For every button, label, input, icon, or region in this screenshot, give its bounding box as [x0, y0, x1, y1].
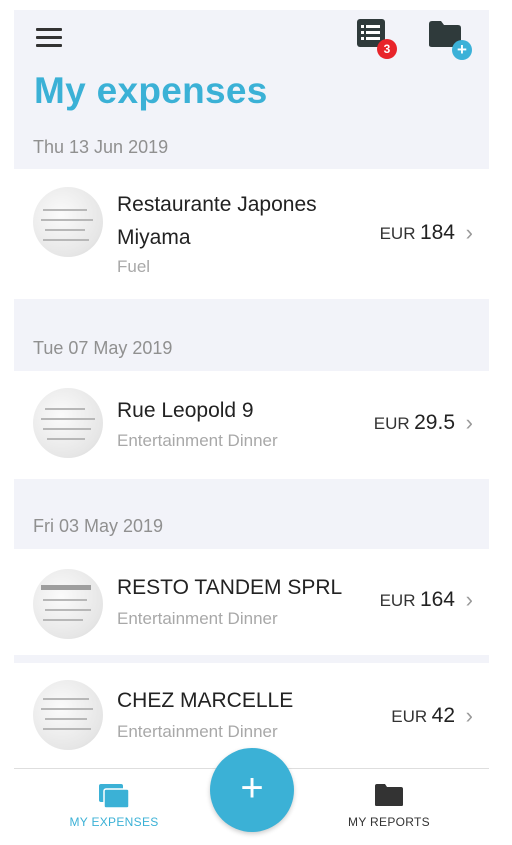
folder-icon — [375, 784, 403, 806]
merchant-name: Rue Leopold 9 — [117, 399, 254, 422]
hamburger-icon-line — [36, 36, 62, 39]
receipt-thumbnail — [33, 569, 103, 639]
date-header: Thu 13 Jun 2019 — [33, 137, 169, 157]
expense-category: Fuel — [117, 257, 151, 276]
app-screen: 3 + My expenses Thu 13 Jun 2019 Restaura… — [14, 10, 489, 840]
date-header: Tue 07 May 2019 — [33, 338, 173, 358]
plus-badge: + — [452, 40, 472, 60]
add-folder-button[interactable]: + — [428, 20, 474, 62]
hamburger-icon-line — [36, 44, 62, 47]
stacked-cards-icon — [99, 784, 130, 809]
expense-category: Entertainment Dinner — [117, 431, 278, 450]
chevron-right-icon: › — [465, 410, 473, 435]
page-title: My expenses — [34, 70, 268, 111]
notification-badge: 3 — [377, 39, 397, 59]
receipt-thumbnail — [33, 680, 103, 750]
amount-value: 29.5 — [414, 411, 455, 434]
currency-code: EUR — [379, 224, 416, 243]
expense-amount: EUR 184 — [380, 221, 455, 245]
tab-my-reports[interactable]: MY REPORTS — [289, 769, 489, 840]
receipt-thumbnail — [33, 187, 103, 257]
amount-value: 42 — [431, 704, 455, 727]
tab-label: MY EXPENSES — [69, 815, 159, 829]
expense-category: Entertainment Dinner — [117, 609, 278, 628]
merchant-name: RESTO TANDEM SPRL — [117, 576, 343, 599]
chevron-right-icon: › — [465, 587, 473, 612]
expense-row[interactable]: Rue Leopold 9 Entertainment Dinner EUR 2… — [14, 371, 489, 479]
amount-value: 184 — [419, 221, 455, 244]
receipt-thumbnail — [33, 388, 103, 458]
menu-button[interactable] — [36, 28, 64, 48]
list-button[interactable]: 3 — [356, 18, 397, 60]
top-bar: 3 + — [14, 10, 489, 70]
merchant-name: Restaurante Japones Miyama — [117, 193, 317, 249]
tab-my-expenses[interactable]: MY EXPENSES — [14, 769, 214, 840]
expense-amount: EUR 29.5 — [374, 411, 455, 435]
expense-amount: EUR 164 — [380, 588, 455, 612]
currency-code: EUR — [391, 707, 428, 726]
expense-category: Entertainment Dinner — [117, 722, 278, 741]
chevron-right-icon: › — [465, 703, 473, 728]
chevron-right-icon: › — [465, 220, 473, 245]
expense-row[interactable]: Restaurante Japones Miyama Fuel EUR 184 … — [14, 169, 489, 299]
tab-label: MY REPORTS — [348, 815, 430, 829]
expense-amount: EUR 42 — [391, 704, 455, 728]
currency-code: EUR — [379, 591, 416, 610]
currency-code: EUR — [373, 414, 410, 433]
expense-row[interactable]: RESTO TANDEM SPRL Entertainment Dinner E… — [14, 549, 489, 655]
add-expense-button[interactable]: + — [210, 748, 294, 832]
amount-value: 164 — [419, 588, 455, 611]
merchant-name: CHEZ MARCELLE — [117, 689, 294, 712]
date-header: Fri 03 May 2019 — [33, 516, 164, 536]
hamburger-icon-line — [36, 28, 62, 31]
